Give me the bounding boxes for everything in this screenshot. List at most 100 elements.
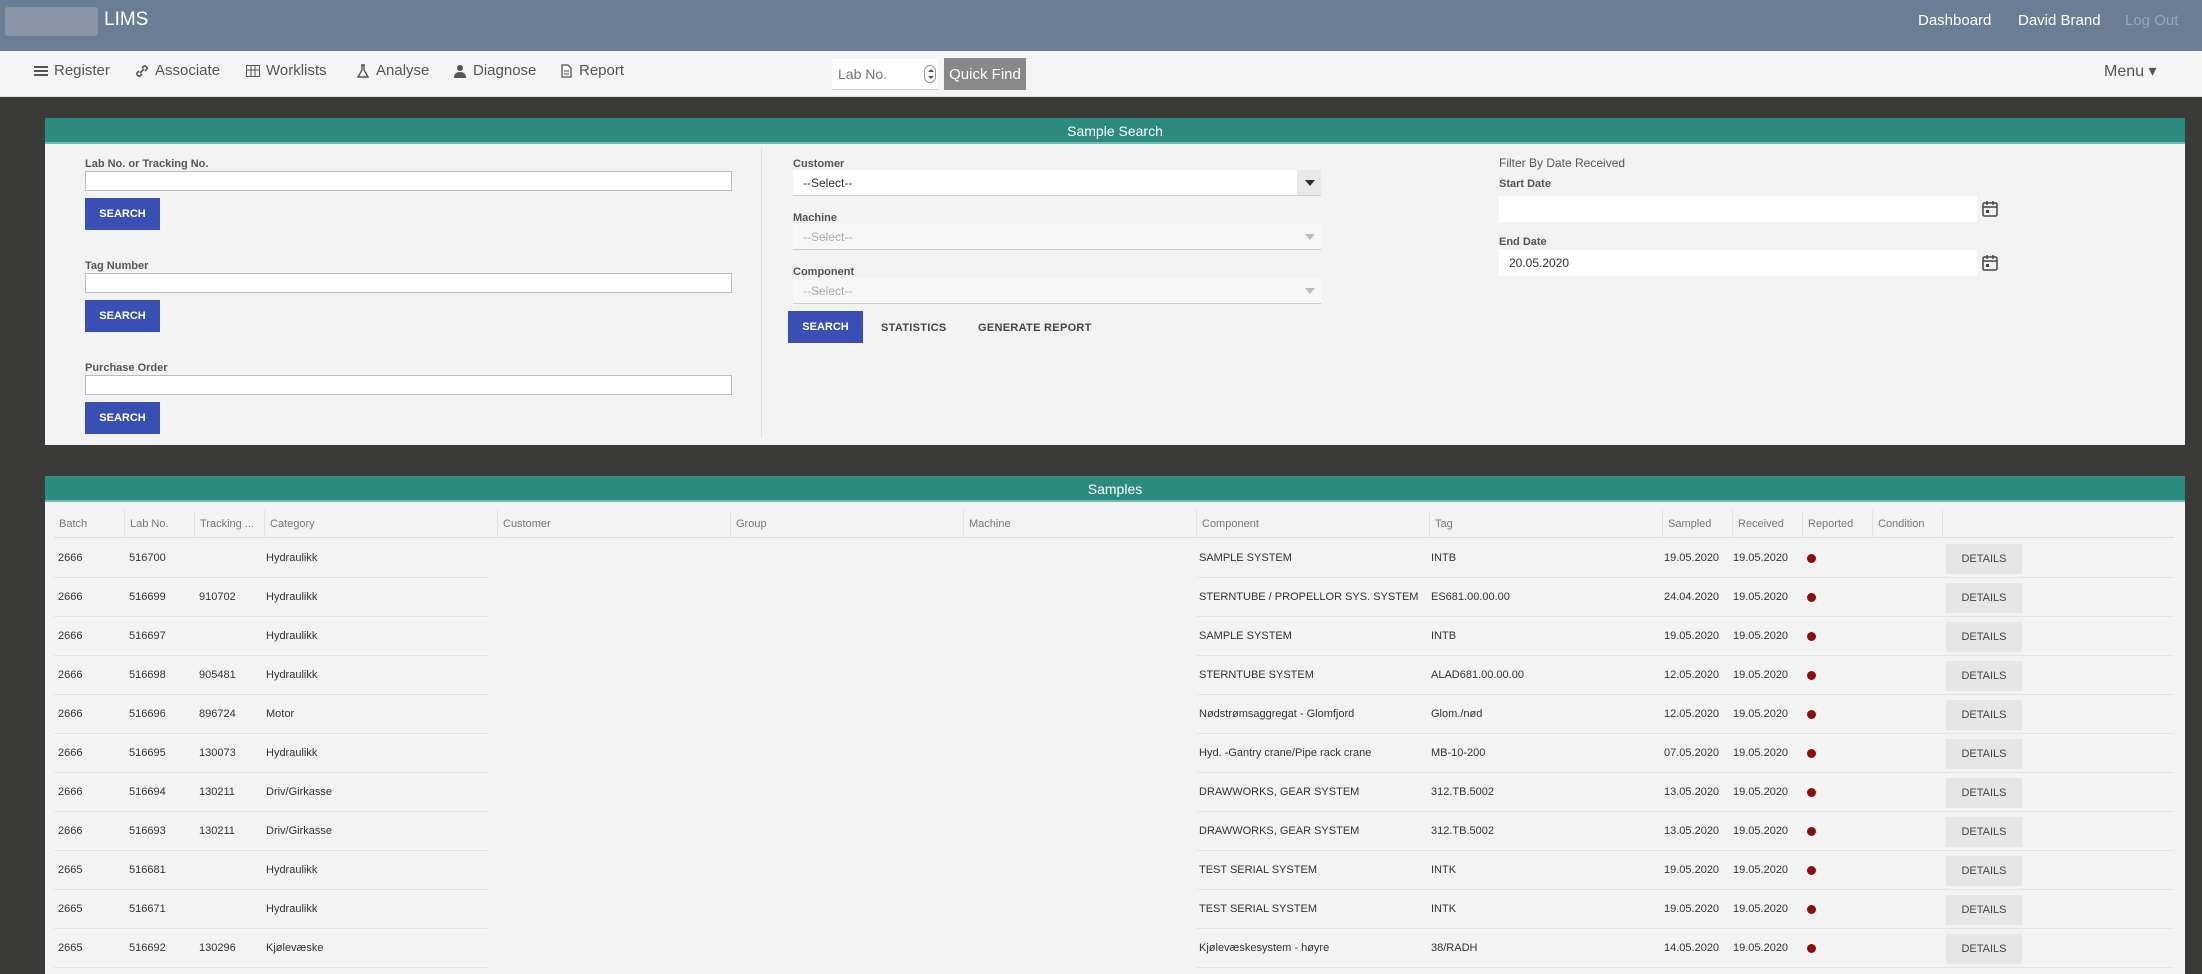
cell-component: SAMPLE SYSTEM	[1199, 552, 1292, 564]
col-machine[interactable]: Machine	[964, 510, 1197, 538]
component-select[interactable]: --Select--	[793, 278, 1321, 304]
po-search-button[interactable]: SEARCH	[85, 402, 160, 434]
cell-sampled: 24.04.2020	[1664, 591, 1720, 603]
cell-received: 19.05.2020	[1733, 708, 1789, 720]
col-tag[interactable]: Tag	[1430, 510, 1663, 538]
col-sampled[interactable]: Sampled	[1663, 510, 1733, 538]
details-button[interactable]: DETAILS	[1946, 895, 2022, 925]
cell-received: 19.05.2020	[1733, 591, 1789, 603]
cell-received: 19.05.2020	[1733, 825, 1789, 837]
details-button[interactable]: DETAILS	[1946, 739, 2022, 769]
cell-category: Hydraulikk	[266, 747, 318, 759]
tag-search-button[interactable]: SEARCH	[85, 300, 160, 332]
table-row[interactable]: 2666 516700 Hydraulikk SAMPLE SYSTEM INTB 19.…	[54, 539, 2174, 578]
lab-no-spinner[interactable]	[924, 65, 936, 83]
details-button[interactable]: DETAILS	[1946, 778, 2022, 808]
nav-worklists[interactable]: Worklists	[246, 62, 327, 79]
nav-associate[interactable]: Associate	[135, 62, 220, 79]
details-button[interactable]: DETAILS	[1946, 934, 2022, 964]
lab-no-input[interactable]	[832, 59, 938, 90]
cell-lab-no: 516693	[129, 825, 166, 837]
details-button[interactable]: DETAILS	[1946, 622, 2022, 652]
cell-tracking: 130073	[199, 747, 236, 759]
dashboard-link[interactable]: Dashboard	[1918, 12, 1991, 29]
col-received[interactable]: Received	[1733, 510, 1803, 538]
nav-report[interactable]: Report	[559, 62, 624, 79]
cell-batch: 2666	[58, 669, 83, 681]
details-button[interactable]: DETAILS	[1946, 817, 2022, 847]
cell-batch: 2666	[58, 708, 83, 720]
po-search-input[interactable]	[85, 375, 732, 395]
table-row[interactable]: 2666 516698 905481 Hydraulikk STERNTUBE SYST…	[54, 656, 2174, 695]
col-category[interactable]: Category	[265, 510, 498, 538]
table-row[interactable]: 2666 516699 910702 Hydraulikk STERNTUBE / PR…	[54, 578, 2174, 617]
table-row[interactable]: 2666 516693 130211 Driv/Girkasse DRAWWORKS, …	[54, 812, 2174, 851]
chevron-down-icon	[1297, 278, 1321, 303]
cell-tag: ALAD681.00.00.00	[1431, 669, 1524, 681]
col-condition[interactable]: Condition	[1873, 510, 1943, 538]
calendar-icon[interactable]	[1977, 250, 2003, 276]
table-row[interactable]: 2666 516696 896724 Motor Nødstrømsaggregat -…	[54, 695, 2174, 734]
list-icon	[34, 65, 48, 76]
filter-search-button[interactable]: SEARCH	[788, 311, 863, 343]
chevron-down-icon	[1297, 170, 1321, 195]
table-row[interactable]: 2666 516695 130073 Hydraulikk Hyd. -Gantry c…	[54, 734, 2174, 773]
reported-status-dot	[1807, 593, 1816, 602]
nav-diagnose[interactable]: Diagnose	[453, 62, 536, 79]
date-filter-title: Filter By Date Received	[1499, 156, 1626, 170]
table-row[interactable]: 2666 516694 130211 Driv/Girkasse DRAWWORKS, …	[54, 773, 2174, 812]
cell-tracking: 905481	[199, 669, 236, 681]
tag-search-input[interactable]	[85, 273, 732, 293]
cell-component: STERNTUBE SYSTEM	[1199, 669, 1314, 681]
machine-select[interactable]: --Select--	[793, 224, 1321, 250]
cell-lab-no: 516696	[129, 708, 166, 720]
cell-category: Driv/Girkasse	[266, 825, 333, 837]
cell-received: 19.05.2020	[1733, 786, 1789, 798]
details-button[interactable]: DETAILS	[1946, 583, 2022, 613]
logout-link[interactable]: Log Out	[2125, 12, 2178, 29]
col-component[interactable]: Component	[1197, 510, 1430, 538]
cell-lab-no: 516700	[129, 552, 166, 564]
table-row[interactable]: 2665 516692 130296 Kjølevæske Kjølevæskesyst…	[54, 929, 2174, 968]
cell-tag: 312.TB.5002	[1431, 825, 1494, 837]
table-row[interactable]: 2665 516681 Hydraulikk TEST SERIAL SYSTEM IN…	[54, 851, 2174, 890]
start-date-input[interactable]	[1499, 196, 1977, 222]
nav-register[interactable]: Register	[34, 62, 110, 79]
quick-find-button[interactable]: Quick Find	[944, 58, 1026, 90]
reported-status-dot	[1807, 749, 1816, 758]
menu-dropdown[interactable]: Menu ▾	[2104, 61, 2157, 81]
cell-tag: 312.TB.5002	[1431, 786, 1494, 798]
generate-report-button[interactable]: GENERATE REPORT	[978, 322, 1092, 334]
details-button[interactable]: DETAILS	[1946, 700, 2022, 730]
customer-select[interactable]: --Select--	[793, 170, 1321, 196]
statistics-button[interactable]: STATISTICS	[881, 322, 947, 334]
end-date-input[interactable]: 20.05.2020	[1499, 250, 1977, 276]
cell-batch: 2666	[58, 747, 83, 759]
col-group[interactable]: Group	[731, 510, 964, 538]
table-row[interactable]: 2665 516671 Hydraulikk TEST SERIAL SYSTEM IN…	[54, 890, 2174, 929]
calendar-icon[interactable]	[1977, 196, 2003, 222]
reported-status-dot	[1807, 905, 1816, 914]
labno-search-button[interactable]: SEARCH	[85, 198, 160, 230]
cell-tag: MB-10-200	[1431, 747, 1486, 759]
details-button[interactable]: DETAILS	[1946, 856, 2022, 886]
labno-search-input[interactable]	[85, 171, 732, 191]
cell-component: STERNTUBE / PROPELLOR SYS. SYSTEM	[1199, 591, 1419, 603]
nav-analyse[interactable]: Analyse	[356, 62, 429, 79]
col-tracking[interactable]: Tracking ...	[195, 510, 265, 538]
file-icon	[561, 63, 572, 78]
cell-sampled: 19.05.2020	[1664, 903, 1720, 915]
cell-component: Kjølevæskesystem - høyre	[1199, 942, 1330, 954]
column-divider	[761, 148, 762, 438]
main-nav: Register Associate Worklists Analyse Dia…	[0, 51, 2202, 97]
col-batch[interactable]: Batch	[54, 510, 125, 538]
details-button[interactable]: DETAILS	[1946, 661, 2022, 691]
col-customer[interactable]: Customer	[498, 510, 731, 538]
end-date-label: End Date	[1499, 236, 1547, 248]
cell-component: DRAWWORKS, GEAR SYSTEM	[1199, 786, 1360, 798]
user-name[interactable]: David Brand	[2018, 12, 2101, 29]
table-row[interactable]: 2666 516697 Hydraulikk SAMPLE SYSTEM INTB 19.…	[54, 617, 2174, 656]
details-button[interactable]: DETAILS	[1946, 544, 2022, 574]
col-reported[interactable]: Reported	[1803, 510, 1873, 538]
col-lab-no[interactable]: Lab No.	[125, 510, 195, 538]
